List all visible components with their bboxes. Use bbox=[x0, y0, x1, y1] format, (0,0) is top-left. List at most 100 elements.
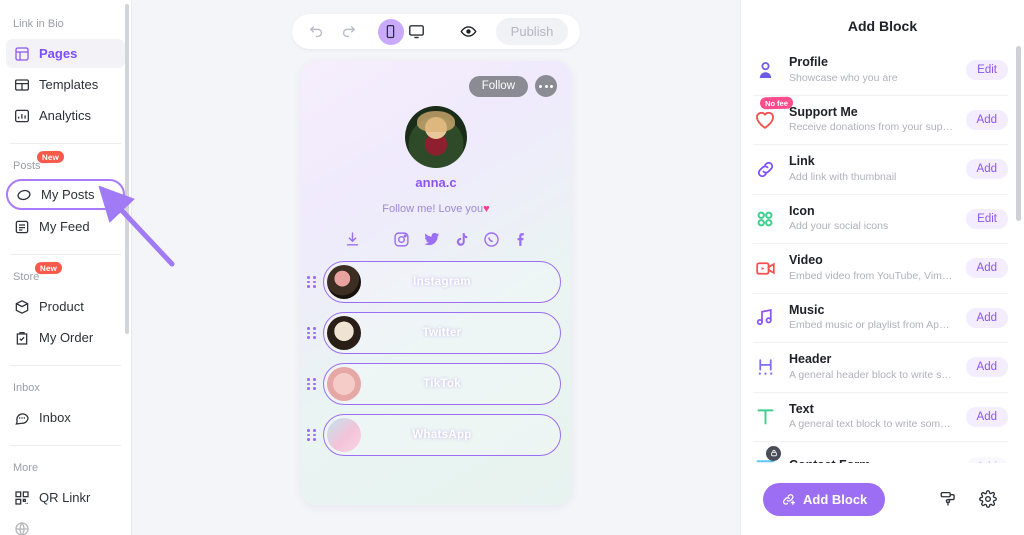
heart-icon: No fee bbox=[753, 96, 794, 132]
sidebar-item-inbox[interactable]: Inbox bbox=[6, 403, 125, 432]
no-fee-badge: No fee bbox=[759, 96, 794, 110]
block-item-link[interactable]: Link Add link with thumbnail Add bbox=[753, 145, 1008, 195]
mobile-icon bbox=[386, 24, 395, 39]
panel-scrollbar[interactable] bbox=[1016, 46, 1021, 466]
desktop-view-button[interactable] bbox=[404, 19, 430, 45]
block-item-header[interactable]: Header A general header block to write s… bbox=[753, 343, 1008, 393]
block-action-button[interactable]: Add bbox=[965, 357, 1008, 378]
block-text: Support Me Receive donations from your s… bbox=[789, 105, 954, 135]
link-pill[interactable]: Twitter bbox=[323, 312, 561, 354]
twitter-icon[interactable] bbox=[423, 231, 440, 248]
block-action-button[interactable]: Add bbox=[965, 159, 1008, 180]
block-text: Text A general text block to write somet… bbox=[789, 402, 954, 432]
block-item-text[interactable]: Text A general text block to write somet… bbox=[753, 393, 1008, 442]
block-desc: Add link with thumbnail bbox=[789, 170, 897, 183]
link-pill[interactable]: WhatsApp bbox=[323, 414, 561, 456]
link-row[interactable]: TikTok bbox=[307, 363, 561, 405]
block-action-button[interactable]: Add bbox=[965, 258, 1008, 279]
sidebar-item-pages[interactable]: Pages bbox=[6, 39, 125, 68]
block-action-button[interactable]: Add bbox=[965, 307, 1008, 328]
drag-handle-icon[interactable] bbox=[307, 327, 318, 339]
drag-handle-icon[interactable] bbox=[307, 378, 318, 390]
add-block-button[interactable]: Add Block bbox=[763, 482, 886, 516]
preview-button[interactable] bbox=[456, 19, 482, 45]
sidebar-scrollbar[interactable] bbox=[125, 4, 129, 504]
drag-handle-icon[interactable] bbox=[307, 429, 318, 441]
block-action-button[interactable]: Add bbox=[965, 109, 1008, 130]
block-item-profile[interactable]: Profile Showcase who you are Edit bbox=[753, 46, 1008, 96]
app-root: Link in Bio Pages Templates Analytics Po… bbox=[0, 0, 1024, 535]
sidebar-item-templates[interactable]: Templates bbox=[6, 70, 125, 99]
mobile-view-button[interactable] bbox=[377, 18, 404, 45]
text-icon bbox=[753, 405, 777, 429]
tiktok-icon[interactable] bbox=[453, 231, 470, 248]
undo-button[interactable] bbox=[304, 19, 330, 45]
block-action-button[interactable]: Add bbox=[965, 406, 1008, 427]
sidebar-item-label: Pages bbox=[39, 46, 78, 61]
redo-icon bbox=[343, 26, 356, 38]
sidebar-item-my-order[interactable]: My Order bbox=[6, 323, 125, 352]
sidebar-section-store: Store New bbox=[0, 261, 63, 283]
link-label: Twitter bbox=[422, 327, 462, 339]
section-label: Link in Bio bbox=[13, 18, 64, 30]
block-text: Profile Showcase who you are bbox=[789, 55, 954, 85]
view-toggle bbox=[377, 18, 430, 45]
sidebar-item-partial[interactable] bbox=[6, 514, 125, 535]
block-item-video[interactable]: Video Embed video from YouTube, Vimeo, T… bbox=[753, 244, 1008, 294]
sidebar-item-label: My Posts bbox=[41, 187, 95, 202]
sidebar-item-analytics[interactable]: Analytics bbox=[6, 101, 125, 130]
facebook-icon[interactable] bbox=[513, 231, 530, 248]
grid-dots-icon bbox=[753, 207, 777, 231]
sidebar-item-my-feed[interactable]: My Feed bbox=[6, 212, 125, 241]
whatsapp-icon[interactable] bbox=[483, 231, 500, 248]
sidebar-item-label: My Feed bbox=[39, 219, 90, 234]
follow-button[interactable]: Follow bbox=[468, 75, 528, 97]
block-action-button[interactable]: Edit bbox=[966, 60, 1008, 81]
block-desc: Embed video from YouTube, Vimeo, Twitch bbox=[789, 269, 954, 282]
block-name: Video bbox=[789, 253, 823, 268]
more-options-button[interactable] bbox=[535, 75, 557, 97]
block-item-music[interactable]: Music Embed music or playlist from Apple… bbox=[753, 294, 1008, 343]
redo-button[interactable] bbox=[336, 19, 362, 45]
panel-title: Add Block bbox=[847, 18, 918, 34]
block-desc: Add your social icons bbox=[789, 220, 889, 233]
link-row[interactable]: WhatsApp bbox=[307, 414, 561, 456]
sidebar-item-label: Product bbox=[39, 299, 84, 314]
phone-preview: Follow anna.c Follow me! Love you♥ Insta… bbox=[301, 61, 571, 505]
link-row[interactable]: Instagram bbox=[307, 261, 561, 303]
sidebar-item-qr-linkr[interactable]: QR Linkr bbox=[6, 483, 125, 512]
lock-badge bbox=[766, 445, 781, 461]
sidebar-item-label: Inbox bbox=[39, 410, 71, 425]
undo-icon bbox=[310, 26, 323, 38]
dot bbox=[550, 84, 553, 88]
block-item-icon[interactable]: Icon Add your social icons Edit bbox=[753, 195, 1008, 244]
instagram-icon[interactable] bbox=[393, 231, 410, 248]
block-item-support-me[interactable]: No fee Support Me Receive donations from… bbox=[753, 96, 1008, 145]
block-name: Profile bbox=[789, 55, 828, 70]
profile-handle: anna.c bbox=[415, 175, 457, 190]
block-action-button[interactable]: Edit bbox=[966, 208, 1008, 229]
download-icon[interactable] bbox=[344, 231, 361, 248]
publish-button[interactable]: Publish bbox=[495, 18, 569, 45]
section-label: Inbox bbox=[13, 382, 40, 394]
block-name: Text bbox=[789, 401, 814, 416]
link-pill[interactable]: TikTok bbox=[323, 363, 561, 405]
block-text: Music Embed music or playlist from Apple… bbox=[789, 303, 954, 333]
settings-button[interactable] bbox=[968, 490, 1008, 508]
sidebar-divider-1 bbox=[10, 143, 121, 144]
section-label: More bbox=[13, 462, 39, 474]
sidebar-item-product[interactable]: Product bbox=[6, 292, 125, 321]
block-name: Link bbox=[789, 154, 815, 169]
block-item-contact-form[interactable]: Contact Form Add bbox=[753, 442, 1008, 463]
link-pill[interactable]: Instagram bbox=[323, 261, 561, 303]
link-row[interactable]: Twitter bbox=[307, 312, 561, 354]
drag-handle-icon[interactable] bbox=[307, 276, 318, 288]
new-badge: New bbox=[35, 261, 63, 275]
product-icon bbox=[15, 299, 29, 314]
analytics-icon bbox=[15, 109, 29, 122]
link-icon bbox=[753, 157, 777, 181]
sidebar-item-my-posts[interactable]: My Posts bbox=[6, 179, 125, 210]
theme-tool-button[interactable] bbox=[928, 490, 968, 508]
dot bbox=[544, 84, 548, 88]
pages-icon bbox=[15, 46, 29, 61]
